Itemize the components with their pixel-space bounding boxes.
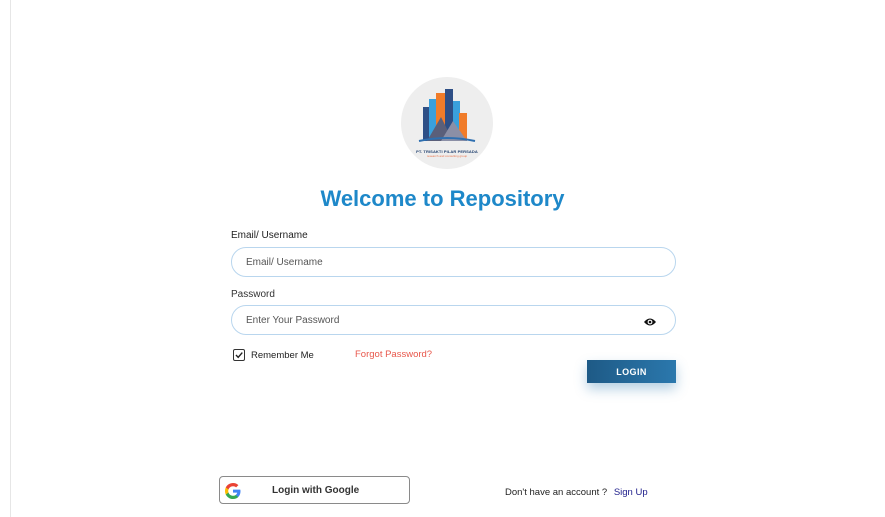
email-field-container[interactable]	[231, 247, 676, 277]
email-input[interactable]	[246, 254, 636, 271]
company-tagline: research and consulting group	[426, 154, 468, 158]
google-button-label: Login with Google	[272, 485, 360, 496]
sign-up-link[interactable]: Sign Up	[614, 487, 648, 498]
signup-row: Don't have an account ? Sign Up	[505, 487, 648, 498]
signup-prompt: Don't have an account ?	[505, 487, 608, 498]
login-with-google-button[interactable]: Login with Google	[219, 476, 410, 504]
show-password-eye-icon[interactable]	[643, 315, 657, 327]
company-logo: PT. TRISAKTI PILAR PERSADA research and …	[401, 77, 493, 169]
page-left-border	[10, 0, 11, 517]
google-icon	[225, 483, 241, 504]
checkbox-check-icon[interactable]	[233, 349, 245, 361]
email-label: Email/ Username	[231, 230, 308, 241]
password-input[interactable]	[246, 312, 636, 329]
remember-me-label: Remember Me	[251, 349, 314, 361]
password-label: Password	[231, 289, 275, 300]
page-title: Welcome to Repository	[320, 186, 565, 211]
forgot-password-link[interactable]: Forgot Password?	[355, 349, 432, 360]
password-field-container[interactable]	[231, 305, 676, 335]
login-button[interactable]: LOGIN	[587, 360, 676, 383]
remember-me-checkbox[interactable]: Remember Me	[233, 349, 314, 361]
